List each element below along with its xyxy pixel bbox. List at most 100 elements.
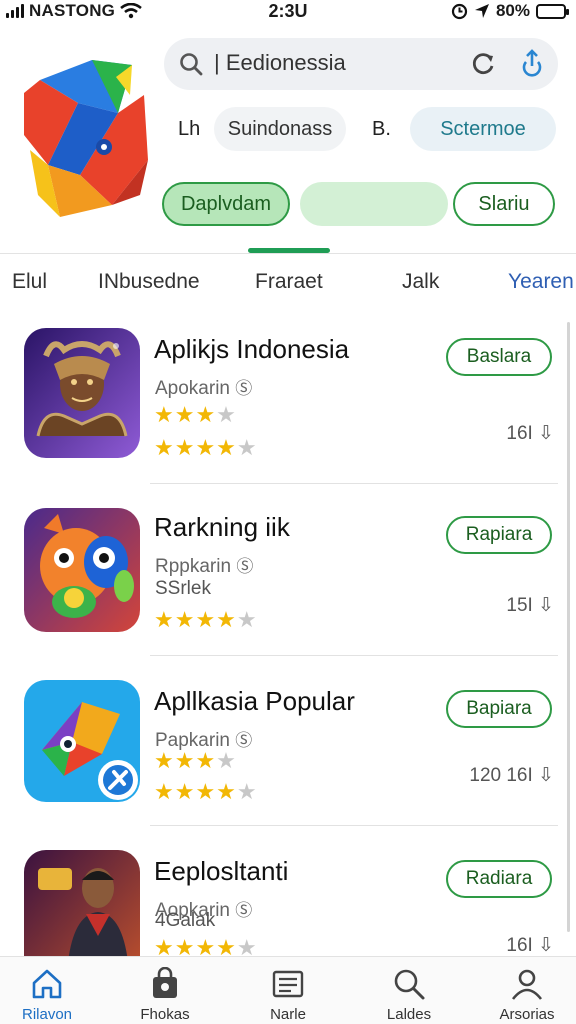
app-logo [24,60,148,217]
rating-stars-secondary: ★★★★★ [154,781,258,803]
search-bar[interactable]: | Eedionessia [164,38,558,90]
app-meta: 15I ⇩ [506,594,554,617]
header-divider [0,253,576,254]
refresh-icon[interactable] [470,51,496,77]
tab-4[interactable]: Jalk [402,270,439,294]
app-meta-text: 16I [506,935,533,956]
nav-item-search[interactable]: Laldes [354,957,464,1024]
nav-item-home[interactable]: Rilavon [0,957,102,1024]
nav-item-shop[interactable]: Fhokas [110,957,220,1024]
badge-icon: Ⓢ [235,731,253,750]
filter-chip-left[interactable]: Suindonass [214,107,346,151]
search-input[interactable]: | Eedionessia [214,50,346,76]
star-empty: ★ [236,435,258,460]
tab-1[interactable]: Elul [12,270,47,294]
badge-icon: Ⓢ [235,901,253,920]
search-query-text: Eedionessia [225,50,346,75]
app-title[interactable]: Aplikjs Indonesia [154,334,349,365]
star-empty: ★ [236,607,258,632]
app-meta-text: 15I [506,595,533,616]
app-icon [24,508,140,632]
app-action-button[interactable]: Bapiara [446,690,552,728]
app-extra: SSrlek [155,578,211,599]
nav-label-shop: Fhokas [140,1006,190,1023]
search-icon[interactable] [178,51,204,77]
rating-stars: ★★★★★ [154,609,258,631]
app-action-button[interactable]: Rapiara [446,516,552,554]
app-subtitle-text: Rppkarin [155,556,232,577]
star-empty: ★ [216,748,237,773]
star-filled: ★★★★ [154,779,237,804]
star-filled: ★★★ [154,748,217,773]
app-subtitle-text: Apokarin [155,378,230,399]
download-icon: ⇩ [538,595,554,616]
filter-label-left: Lh [178,118,201,140]
nav-label-document: Narle [270,1006,306,1023]
rating-stars-secondary: ★★★★★ [154,437,258,459]
app-meta-text: 120 16I [469,765,533,786]
row-divider [150,483,558,484]
tab-3[interactable]: Fraraet [255,270,323,294]
list-item[interactable]: Aplikjs Indonesia Apokarin Ⓢ ★★★★ ★★★★★ … [0,328,576,498]
download-icon: ⇩ [538,935,554,956]
list-item[interactable]: Rarkning iik Rppkarin Ⓢ SSrlek ★★★★★ Rap… [0,506,576,676]
star-filled: ★★★★ [154,607,237,632]
app-icon [24,328,140,458]
row-divider [150,825,558,826]
rating-stars: ★★★★ [154,404,237,426]
star-empty: ★ [236,779,258,804]
location-arrow-icon [474,4,489,18]
category-tabs: Elul INbusedne Fraraet Jalk Yearen [0,270,576,302]
rating-stars: ★★★★★ [154,935,258,957]
status-right: 80% [451,1,569,21]
badge-icon: Ⓢ [235,379,253,398]
list-item[interactable]: Eeplosltanti Aopkarin Ⓢ 4Galak ★★★★★ Rad… [0,850,576,956]
share-icon[interactable] [518,49,546,79]
home-icon [32,969,62,999]
nav-label-home: Rilavon [21,1006,73,1023]
app-meta: 120 16I ⇩ [469,764,554,787]
app-action-button[interactable]: Radiara [446,860,552,898]
app-icon [24,850,140,956]
star-empty: ★ [236,935,258,957]
app-meta: 16I ⇩ [506,934,554,956]
app-extra: 4Galak [155,910,216,931]
battery-percent: 80% [495,1,530,20]
nav-label-search: Laldes [386,1006,432,1023]
tab-5[interactable]: Yearen [508,270,574,294]
list-item[interactable]: Apllkasia Popular Papkarin Ⓢ ★★★★ ★★★★★ … [0,680,576,850]
alarm-icon [451,3,468,19]
filter-label-right: B. [372,118,391,140]
app-subtitle: Rppkarin Ⓢ [155,552,253,578]
tab-2[interactable]: INbusedne [98,270,200,294]
shopping-bag-icon [153,967,177,998]
filter-chip-right[interactable]: Sctermoe [410,107,556,151]
download-icon: ⇩ [538,423,554,444]
star-empty: ★ [216,402,237,427]
app-title[interactable]: Apllkasia Popular [154,686,355,717]
nav-item-document[interactable]: Narle [233,957,343,1024]
app-subtitle: Apokarin Ⓢ [155,374,252,400]
app-title[interactable]: Eeplosltanti [154,856,288,887]
status-bar: NASTONG 2:3U 80% [0,0,576,26]
star-filled: ★★★★ [154,935,237,957]
secondary-action-button[interactable] [300,182,448,226]
app-icon [24,680,140,802]
download-icon: ⇩ [538,765,554,786]
badge-icon: Ⓢ [236,557,254,576]
app-action-button[interactable]: Baslara [446,338,552,376]
app-meta: 16I ⇩ [506,422,554,445]
profile-icon [511,969,543,1000]
document-icon [272,970,304,998]
nav-item-profile[interactable]: Arsorias [472,957,576,1024]
battery-icon [536,3,569,19]
rating-stars: ★★★★ [154,750,237,772]
star-filled: ★★★★ [154,435,237,460]
outline-action-button[interactable]: Slariu [453,182,555,226]
search-icon [394,969,425,1000]
star-filled: ★★★ [154,402,217,427]
app-meta-text: 16I [506,423,533,444]
app-title[interactable]: Rarkning iik [154,512,290,543]
nav-label-profile: Arsorias [499,1006,555,1023]
primary-action-button[interactable]: Daplvdam [162,182,290,226]
